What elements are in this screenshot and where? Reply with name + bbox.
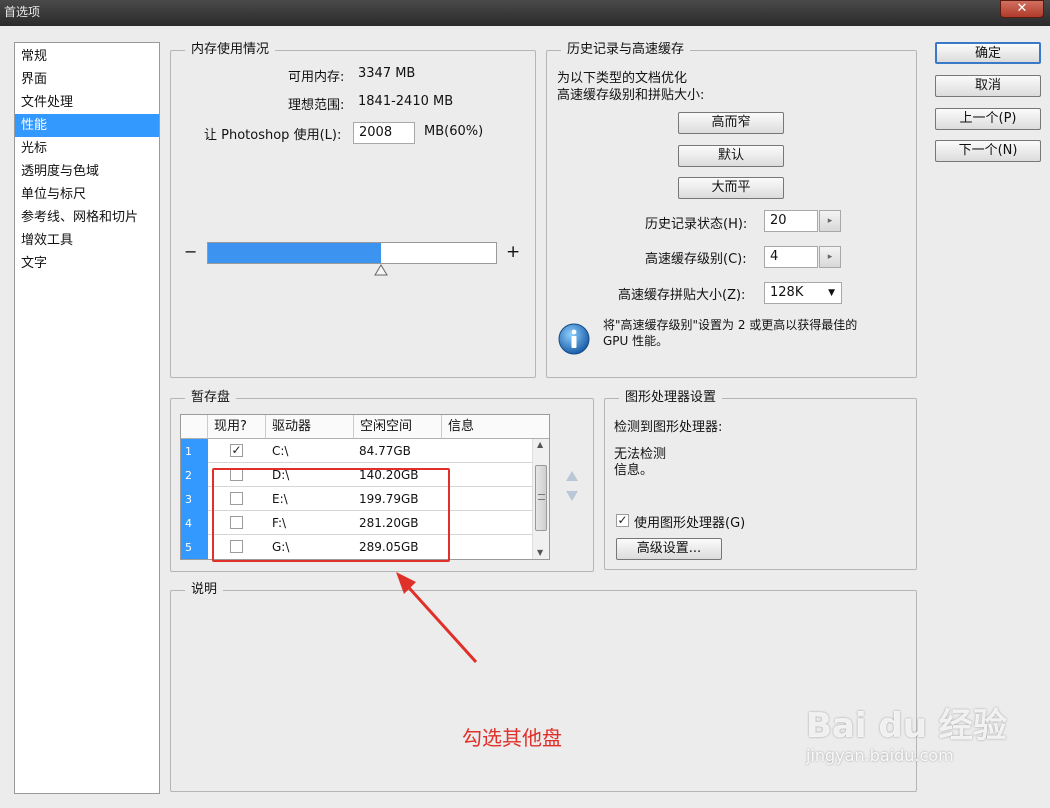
history-cache-title: 历史记录与高速缓存	[561, 41, 691, 59]
row-number: 3	[181, 487, 208, 511]
nav-item-performance[interactable]: 性能	[15, 114, 159, 137]
scrollbar-thumb[interactable]	[535, 465, 547, 531]
scroll-down-arrow-icon[interactable]: ▼	[537, 548, 543, 557]
history-states-stepper[interactable]: ▸	[819, 210, 841, 232]
nav-item-transparency[interactable]: 透明度与色域	[15, 160, 159, 183]
scroll-up-arrow-icon[interactable]: ▲	[537, 440, 543, 449]
cache-tile-size-value: 128K	[770, 285, 804, 300]
description-group: 说明	[170, 581, 917, 792]
memory-slider-thumb[interactable]	[373, 264, 388, 276]
drive-cell: C:\	[272, 444, 289, 458]
column-header-row-number	[181, 415, 208, 439]
title-bar: 首选项 ✕	[0, 0, 1050, 26]
watermark-brand: Bai du 经验	[806, 706, 1007, 746]
column-header-drive[interactable]: 驱动器	[266, 415, 354, 439]
description-title: 说明	[185, 581, 224, 599]
memory-increase-button[interactable]: +	[506, 242, 520, 262]
available-memory-value: 3347 MB	[358, 66, 416, 81]
cache-tile-size-select[interactable]: 128K ▼	[764, 282, 842, 304]
memory-slider-track[interactable]	[207, 242, 497, 264]
column-header-info[interactable]: 信息	[442, 415, 549, 439]
scratch-disks-title: 暂存盘	[185, 389, 237, 407]
advanced-settings-button[interactable]: 高级设置...	[616, 538, 722, 560]
annotation-arrow	[396, 572, 478, 664]
ideal-range-value: 1841-2410 MB	[358, 94, 454, 109]
use-gpu-checkbox[interactable]: ✓	[616, 514, 629, 527]
cache-levels-input[interactable]: 4	[764, 246, 818, 268]
row-number: 5	[181, 535, 208, 559]
close-button[interactable]: ✕	[1000, 0, 1044, 18]
nav-item-interface[interactable]: 界面	[15, 68, 159, 91]
available-memory-label: 可用内存:	[288, 70, 345, 85]
annotation-text: 勾选其他盘	[462, 726, 562, 750]
free-space-cell: 84.77GB	[359, 444, 411, 458]
grip-icon	[538, 494, 545, 500]
table-row[interactable]: 1 ✓ C:\ 84.77GB	[181, 439, 533, 463]
column-header-free-space[interactable]: 空闲空间	[354, 415, 442, 439]
row-number: 4	[181, 511, 208, 535]
ideal-range-label: 理想范围:	[288, 98, 345, 113]
previous-button[interactable]: 上一个(P)	[935, 108, 1041, 130]
memory-use-unit: MB(60%)	[424, 124, 484, 139]
cache-levels-stepper[interactable]: ▸	[819, 246, 841, 268]
memory-usage-group: 内存使用情况	[170, 41, 536, 378]
memory-decrease-button[interactable]: −	[184, 242, 197, 261]
row-number: 2	[181, 463, 208, 487]
cache-levels-label: 高速缓存级别(C):	[645, 252, 747, 267]
preferences-dialog: 常规 界面 文件处理 性能 光标 透明度与色域 单位与标尺 参考线、网格和切片 …	[0, 26, 1050, 808]
ok-button[interactable]: 确定	[935, 42, 1041, 64]
nav-item-general[interactable]: 常规	[15, 45, 159, 68]
nav-item-file-handling[interactable]: 文件处理	[15, 91, 159, 114]
cache-tile-size-label: 高速缓存拼贴大小(Z):	[618, 288, 746, 303]
photoshop-use-label: 让 Photoshop 使用(L):	[204, 128, 342, 143]
watermark-url: jingyan.baidu.com	[806, 746, 954, 765]
use-gpu-label[interactable]: 使用图形处理器(G)	[634, 512, 745, 531]
nav-item-type[interactable]: 文字	[15, 252, 159, 275]
nav-item-plugins[interactable]: 增效工具	[15, 229, 159, 252]
history-states-input[interactable]: 20	[764, 210, 818, 232]
category-list: 常规 界面 文件处理 性能 光标 透明度与色域 单位与标尺 参考线、网格和切片 …	[14, 42, 160, 794]
tall-thin-button[interactable]: 高而窄	[678, 112, 784, 134]
memory-usage-title: 内存使用情况	[185, 41, 276, 59]
cancel-button[interactable]: 取消	[935, 75, 1041, 97]
memory-slider-fill	[208, 243, 381, 263]
nav-item-guides-grid[interactable]: 参考线、网格和切片	[15, 206, 159, 229]
big-flat-button[interactable]: 大而平	[678, 177, 784, 199]
move-down-arrow-icon[interactable]	[565, 490, 579, 502]
gpu-detected-label: 检测到图形处理器:	[614, 420, 723, 435]
default-button[interactable]: 默认	[678, 145, 784, 167]
next-button[interactable]: 下一个(N)	[935, 140, 1041, 162]
gpu-info-line2: GPU 性能。	[603, 334, 669, 348]
history-states-label: 历史记录状态(H):	[645, 217, 748, 232]
annotation-highlight-box	[212, 468, 450, 562]
nav-item-units-rulers[interactable]: 单位与标尺	[15, 183, 159, 206]
column-header-active[interactable]: 现用?	[208, 415, 266, 439]
active-checkbox[interactable]: ✓	[230, 444, 243, 457]
gpu-info-line1: 将"高速缓存级别"设置为 2 或更高以获得最佳的	[603, 318, 858, 332]
info-icon	[558, 323, 590, 355]
move-up-arrow-icon[interactable]	[565, 470, 579, 482]
chevron-down-icon: ▼	[828, 288, 835, 298]
table-scrollbar[interactable]: ▲ ▼	[532, 439, 549, 559]
window-title: 首选项	[4, 5, 41, 19]
gpu-settings-title: 图形处理器设置	[619, 389, 723, 407]
row-number: 1	[181, 439, 208, 463]
nav-item-cursors[interactable]: 光标	[15, 137, 159, 160]
optimize-desc-line2: 高速缓存级别和拼贴大小:	[557, 88, 705, 103]
memory-use-input[interactable]: 2008	[353, 122, 415, 144]
gpu-detected-line2: 信息。	[614, 463, 654, 478]
